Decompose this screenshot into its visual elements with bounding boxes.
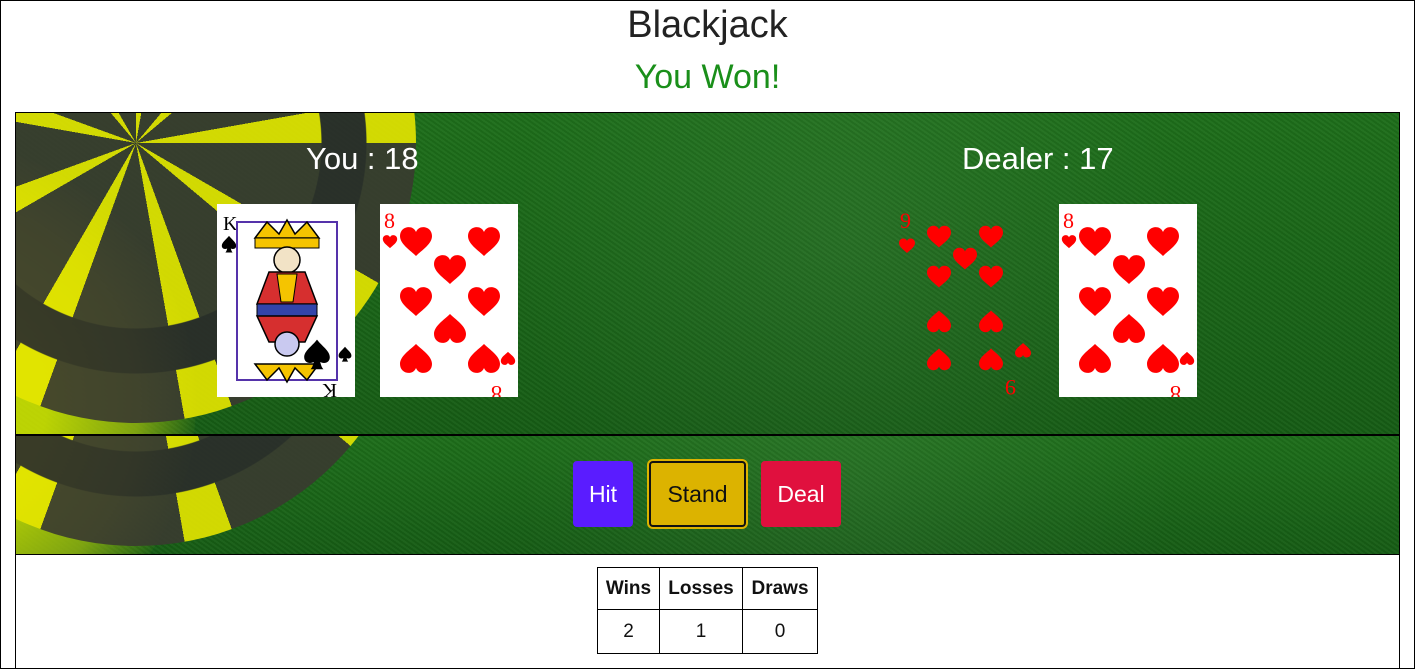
- heart-icon: [927, 310, 951, 333]
- dealer-card-nine-hearts: 9 9: [896, 204, 1034, 397]
- draws-count: 0: [742, 609, 818, 654]
- heart-icon: [927, 348, 951, 371]
- heart-icon: [1079, 344, 1111, 373]
- card-table: You : 18 Dealer : 17 K K 8 8 9 9 8 8: [15, 112, 1400, 435]
- heart-icon: [1113, 255, 1145, 284]
- player-card-eight-hearts: 8 8: [380, 204, 518, 397]
- scoreboard-panel: Wins Losses Draws 2 1 0: [15, 555, 1400, 669]
- heart-icon: [468, 227, 500, 256]
- heart-icon: [927, 265, 951, 288]
- deal-button[interactable]: Deal: [761, 461, 841, 527]
- player-score: You : 18: [306, 141, 419, 176]
- controls-area: Hit Stand Deal: [15, 435, 1400, 555]
- card-rank-text: 8: [491, 381, 502, 397]
- card-rank-text: 9: [900, 208, 911, 233]
- card-rank-text: K: [322, 379, 337, 397]
- heart-icon: [979, 265, 1003, 288]
- spade-icon: [221, 235, 237, 253]
- wins-count: 2: [597, 609, 660, 654]
- heart-icon: [1147, 287, 1179, 316]
- heart-icon: [400, 227, 432, 256]
- dealer-card-eight-hearts: 8 8: [1059, 204, 1197, 397]
- heart-icon: [953, 247, 977, 270]
- hit-button[interactable]: Hit: [573, 461, 633, 527]
- eight-hearts-face: 8 8: [1061, 208, 1195, 397]
- heart-icon: [500, 351, 516, 365]
- heart-icon: [1079, 227, 1111, 256]
- heart-icon: [899, 238, 915, 253]
- card-rank-text: 9: [1005, 375, 1016, 397]
- scoreboard-table: Wins Losses Draws 2 1 0: [597, 567, 818, 654]
- scoreboard-values-row: 2 1 0: [597, 609, 818, 654]
- heart-icon: [979, 310, 1003, 333]
- card-rank-text: 8: [1063, 208, 1074, 233]
- heart-icon: [1015, 343, 1031, 358]
- player-card-king-spades: K K: [217, 204, 355, 397]
- card-rank-text: 8: [384, 208, 395, 233]
- eight-hearts-face: 8 8: [382, 208, 516, 397]
- heart-icon: [382, 235, 398, 249]
- dealer-score: Dealer : 17: [962, 141, 1114, 176]
- heart-icon: [979, 348, 1003, 371]
- wins-header: Wins: [597, 567, 660, 610]
- heart-icon: [1147, 344, 1179, 373]
- button-row: Hit Stand Deal: [16, 461, 1399, 527]
- heart-icon: [434, 255, 466, 284]
- heart-icon: [468, 287, 500, 316]
- card-rank-text: 8: [1170, 381, 1181, 397]
- card-rank-text: K: [223, 213, 238, 235]
- game-result: You Won!: [634, 58, 781, 96]
- losses-count: 1: [659, 609, 743, 654]
- heart-icon: [1147, 227, 1179, 256]
- scoreboard-header-row: Wins Losses Draws: [597, 567, 818, 610]
- losses-header: Losses: [659, 567, 743, 610]
- stand-button[interactable]: Stand: [649, 461, 746, 527]
- king-card-face: K K: [221, 213, 352, 397]
- heart-icon: [979, 225, 1003, 248]
- heart-icon: [400, 344, 432, 373]
- spade-icon: [338, 346, 352, 362]
- heart-icon: [1113, 314, 1145, 343]
- heart-icon: [468, 344, 500, 373]
- heart-icon: [400, 287, 432, 316]
- heart-icon: [434, 314, 466, 343]
- nine-hearts-face: 9 9: [899, 208, 1031, 397]
- heart-icon: [1179, 351, 1195, 365]
- heart-icon: [1079, 287, 1111, 316]
- page-title: Blackjack: [627, 4, 788, 46]
- heart-icon: [927, 225, 951, 248]
- draws-header: Draws: [742, 567, 818, 610]
- heart-icon: [1061, 235, 1077, 249]
- page: Blackjack You Won! You : 18 Dealer : 17 …: [0, 0, 1415, 669]
